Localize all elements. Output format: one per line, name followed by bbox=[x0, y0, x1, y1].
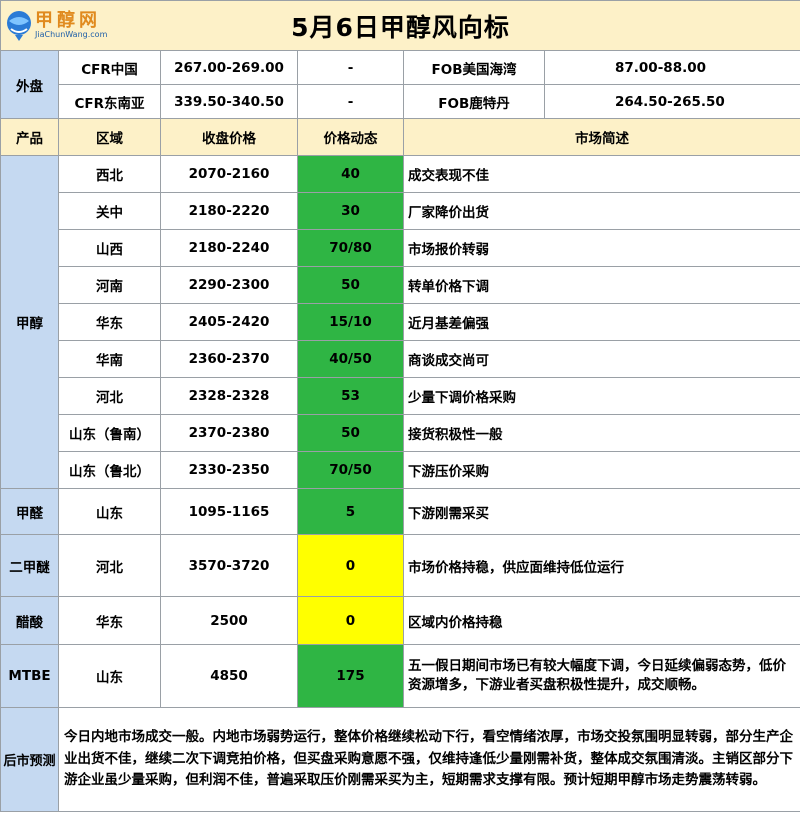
price-cell: 2370-2380 bbox=[160, 414, 298, 452]
price-cell: 2290-2300 bbox=[160, 266, 298, 304]
summary-cell: 商谈成交尚可 bbox=[402, 340, 800, 378]
foreign-name: CFR中国 bbox=[58, 50, 161, 85]
logo-english-text: JiaChunWang.com bbox=[35, 30, 108, 39]
region-cell: 河北 bbox=[58, 377, 161, 415]
summary-cell: 市场价格持稳，供应面维持低位运行 bbox=[402, 534, 800, 597]
region-cell: 山东（鲁南） bbox=[58, 414, 161, 452]
report-page: 甲醇网 JiaChunWang.com 5月6日甲醇风向标 外盘 CFR中国 2… bbox=[0, 0, 800, 818]
product-mtbe-label: MTBE bbox=[0, 644, 59, 708]
change-cell: 40/50 bbox=[297, 340, 404, 378]
foreign-price: 87.00-88.00 bbox=[543, 50, 800, 85]
change-cell: 40 bbox=[297, 155, 404, 193]
product-dme-label: 二甲醚 bbox=[0, 534, 59, 597]
header-summary: 市场简述 bbox=[402, 118, 800, 156]
foreign-price: 267.00-269.00 bbox=[160, 50, 298, 85]
summary-cell: 区域内价格持稳 bbox=[402, 596, 800, 645]
summary-cell: 成交表现不佳 bbox=[402, 155, 800, 193]
logo-globe-icon bbox=[7, 11, 31, 41]
price-cell: 2180-2220 bbox=[160, 192, 298, 230]
price-cell: 1095-1165 bbox=[160, 488, 298, 535]
change-cell: 5 bbox=[297, 488, 404, 535]
forecast-text: 今日内地市场成交一般。内地市场弱势运行，整体价格继续松动下行，看空情绪浓厚，市场… bbox=[57, 707, 800, 812]
summary-cell: 厂家降价出货 bbox=[402, 192, 800, 230]
summary-cell: 转单价格下调 bbox=[402, 266, 800, 304]
region-cell: 山西 bbox=[58, 229, 161, 267]
foreign-name: FOB美国海湾 bbox=[403, 50, 545, 85]
header-price: 收盘价格 bbox=[160, 118, 298, 156]
foreign-price: 339.50-340.50 bbox=[160, 84, 298, 119]
price-cell: 2180-2240 bbox=[160, 229, 298, 267]
region-cell: 关中 bbox=[58, 192, 161, 230]
foreign-change: - bbox=[297, 50, 404, 85]
header-product: 产品 bbox=[0, 118, 59, 156]
region-cell: 山东 bbox=[58, 644, 161, 708]
price-cell: 2328-2328 bbox=[160, 377, 298, 415]
price-cell: 2330-2350 bbox=[160, 451, 298, 489]
region-cell: 华东 bbox=[58, 596, 161, 645]
summary-cell: 下游压价采购 bbox=[402, 451, 800, 489]
change-cell: 50 bbox=[297, 266, 404, 304]
title-bar: 甲醇网 JiaChunWang.com 5月6日甲醇风向标 bbox=[0, 0, 800, 51]
region-cell: 西北 bbox=[58, 155, 161, 193]
price-cell: 2405-2420 bbox=[160, 303, 298, 341]
region-cell: 山东（鲁北） bbox=[58, 451, 161, 489]
foreign-price: 264.50-265.50 bbox=[543, 84, 800, 119]
price-cell: 2070-2160 bbox=[160, 155, 298, 193]
page-title: 5月6日甲醇风向标 bbox=[291, 12, 510, 42]
region-cell: 河南 bbox=[58, 266, 161, 304]
summary-cell: 五一假日期间市场已有较大幅度下调，今日延续偏弱态势，低价资源增多，下游业者买盘积… bbox=[402, 644, 800, 708]
summary-cell: 下游刚需采买 bbox=[402, 488, 800, 535]
change-cell: 50 bbox=[297, 414, 404, 452]
change-cell: 53 bbox=[297, 377, 404, 415]
price-cell: 3570-3720 bbox=[160, 534, 298, 597]
product-methanol-label: 甲醇 bbox=[0, 155, 59, 489]
region-cell: 山东 bbox=[58, 488, 161, 535]
region-cell: 河北 bbox=[58, 534, 161, 597]
summary-cell: 近月基差偏强 bbox=[402, 303, 800, 341]
header-region: 区域 bbox=[58, 118, 161, 156]
summary-cell: 接货积极性一般 bbox=[402, 414, 800, 452]
logo-chinese-text: 甲醇网 bbox=[35, 10, 101, 31]
foreign-name: CFR东南亚 bbox=[58, 84, 161, 119]
summary-cell: 市场报价转弱 bbox=[402, 229, 800, 267]
product-acetic-acid-label: 醋酸 bbox=[0, 596, 59, 645]
header-change: 价格动态 bbox=[297, 118, 404, 156]
change-cell: 0 bbox=[297, 534, 404, 597]
change-cell: 0 bbox=[297, 596, 404, 645]
change-cell: 30 bbox=[297, 192, 404, 230]
change-cell: 70/80 bbox=[297, 229, 404, 267]
product-formaldehyde-label: 甲醛 bbox=[0, 488, 59, 535]
forecast-label: 后市预测 bbox=[0, 707, 59, 812]
foreign-market-label: 外盘 bbox=[0, 50, 59, 119]
change-cell: 70/50 bbox=[297, 451, 404, 489]
foreign-name: FOB鹿特丹 bbox=[403, 84, 545, 119]
price-cell: 2360-2370 bbox=[160, 340, 298, 378]
price-cell: 2500 bbox=[160, 596, 298, 645]
summary-cell: 少量下调价格采购 bbox=[402, 377, 800, 415]
region-cell: 华东 bbox=[58, 303, 161, 341]
change-cell: 15/10 bbox=[297, 303, 404, 341]
price-cell: 4850 bbox=[160, 644, 298, 708]
region-cell: 华南 bbox=[58, 340, 161, 378]
site-logo: 甲醇网 JiaChunWang.com bbox=[5, 6, 113, 44]
change-cell: 175 bbox=[297, 644, 404, 708]
foreign-change: - bbox=[297, 84, 404, 119]
methanol-indicator-table: 甲醇网 JiaChunWang.com 5月6日甲醇风向标 外盘 CFR中国 2… bbox=[0, 0, 800, 812]
